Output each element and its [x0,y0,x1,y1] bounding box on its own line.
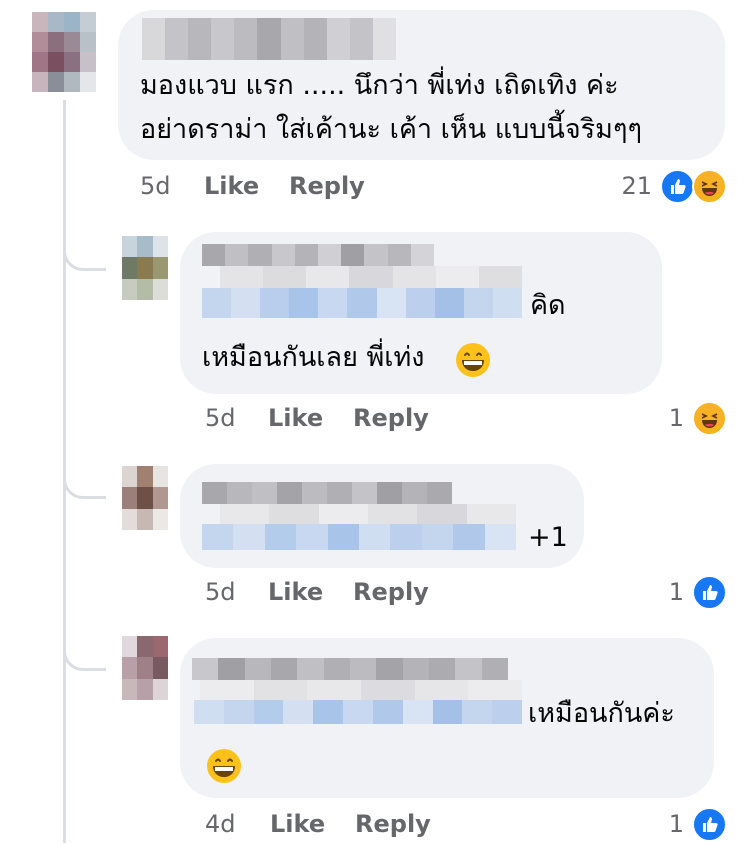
avatar[interactable] [122,466,168,530]
grinning-face-icon [455,342,491,378]
comment-timestamp[interactable]: 5d [140,172,171,200]
commenter-name-blur [200,680,522,700]
thread-connector [63,640,106,671]
like-link[interactable]: Like [268,578,323,606]
haha-icon [692,169,727,204]
comment-text: เหมือนกันค่ะ [528,698,675,729]
avatar[interactable] [122,236,168,300]
commenter-name[interactable] [192,658,508,680]
thread-connector [63,468,106,499]
tagged-user[interactable] [202,288,522,318]
reaction-count[interactable]: 1 [650,810,684,838]
reply-link[interactable]: Reply [355,810,431,838]
reaction-count[interactable]: 1 [650,404,684,432]
commenter-name[interactable] [142,18,396,60]
comment-timestamp[interactable]: 4d [205,810,236,838]
tagged-user[interactable] [202,524,516,550]
reaction-count[interactable]: 21 [612,172,652,200]
comment-timestamp[interactable]: 5d [205,578,236,606]
grinning-face-icon [206,748,242,784]
avatar[interactable] [32,12,96,92]
commenter-name[interactable] [202,244,434,266]
reply-link[interactable]: Reply [353,404,429,432]
commenter-name-blur [220,504,516,524]
commenter-name[interactable] [202,482,452,504]
reply-link[interactable]: Reply [353,578,429,606]
comment-text: +1 [528,522,568,553]
commenter-name-blur [220,266,522,288]
like-icon [660,169,695,204]
like-link[interactable]: Like [270,810,325,838]
comment-text-line: เหมือนกันเลย พี่เท่ง [202,342,425,373]
comment-text: คิด [530,290,566,321]
reaction-count[interactable]: 1 [650,578,684,606]
like-icon [692,807,727,842]
thread-connector [63,240,106,271]
tagged-user[interactable] [194,700,522,724]
comment-text-line: อย่าดราม่า ใส่เค้านะ เค้า เห็น แบบนี้จริ… [140,114,642,145]
haha-icon [692,401,727,436]
reply-link[interactable]: Reply [289,172,365,200]
like-link[interactable]: Like [268,404,323,432]
like-link[interactable]: Like [204,172,259,200]
comment-text-line: มองแวบ แรก ..... นึกว่า พี่เท่ง เถิดเทิง… [140,70,619,101]
like-icon [692,575,727,610]
avatar[interactable] [122,636,168,700]
comment-timestamp[interactable]: 5d [205,404,236,432]
